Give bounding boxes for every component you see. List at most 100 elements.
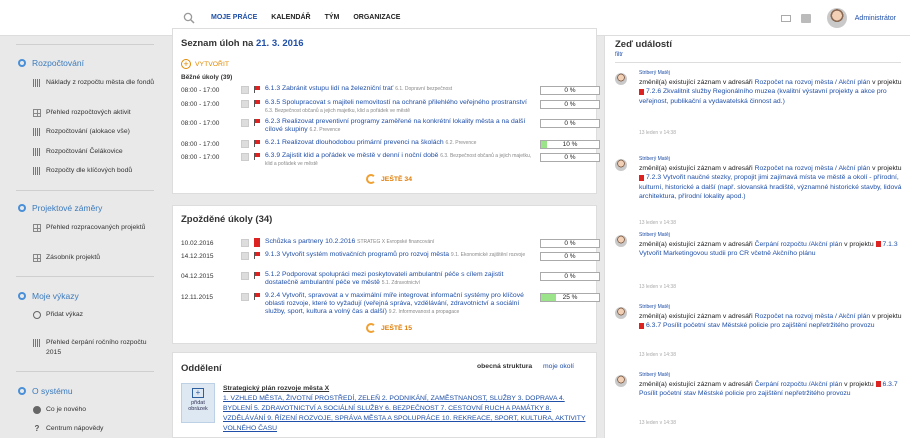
event-time: 13 leden v 14:38 xyxy=(639,130,676,136)
flag-icon xyxy=(639,174,644,181)
user-name[interactable]: Administrátor xyxy=(855,15,896,22)
progress-bar: 0 % xyxy=(540,119,600,128)
sidebar-item-pridat-vykaz[interactable]: Přidat výkaz xyxy=(33,310,158,320)
table-row: 12.11.2015 9.2.4 Vytvořit, spravovat a v … xyxy=(181,292,600,315)
avatar[interactable] xyxy=(615,73,627,85)
sidebar-item-napoveda[interactable]: ? Centrum nápovědy xyxy=(33,424,158,434)
bar-chart-icon xyxy=(33,79,41,87)
wall-title: Zeď událostí xyxy=(615,39,672,50)
event-author[interactable]: Striberý Matěj xyxy=(639,372,670,378)
more-tasks-button[interactable]: JEŠTĚ 34 xyxy=(366,174,412,184)
more-late-button[interactable]: JEŠTĚ 15 xyxy=(366,323,412,333)
sidebar-item-co-je-noveho[interactable]: Co je nového xyxy=(33,405,158,415)
checkbox[interactable] xyxy=(241,119,249,127)
task-link[interactable]: 6.2.3 Realizovat preventivní programy za… xyxy=(265,118,525,133)
plan-area-links[interactable]: 1. VZHLED MĚSTA, ŽIVOTNÍ PROSTŘEDÍ, ZELE… xyxy=(223,394,588,434)
table-row: 08:00 - 17:00 6.2.3 Realizovat preventivn… xyxy=(181,118,600,134)
table-row: 08:00 - 17:00 6.3.9 Zajistit klid a pořád… xyxy=(181,152,600,167)
event-time: 13 leden v 14:38 xyxy=(639,352,676,358)
event-author[interactable]: Striberý Matěj xyxy=(639,304,670,310)
more-label: JEŠTĚ 34 xyxy=(381,175,412,183)
sidebar-item-zasobnik[interactable]: Zásobník projektů xyxy=(33,253,158,263)
task-link[interactable]: 6.2.1 Realizovat dlouhodobou primární pr… xyxy=(265,139,444,146)
sidebar-item-prehled-aktivit[interactable]: Přehled rozpočtových aktivit xyxy=(33,108,158,118)
checkbox[interactable] xyxy=(241,272,249,280)
sidebar-item-cerpani[interactable]: Přehled čerpání ročního rozpočtu 2015 xyxy=(33,338,158,358)
task-link[interactable]: 6.3.5 Spolupracovat s majiteli nemovitos… xyxy=(265,99,527,106)
sidebar-section-o-systemu[interactable]: O systému xyxy=(18,386,73,396)
mail-icon[interactable] xyxy=(780,14,791,22)
event-author[interactable]: Striberý Matěj xyxy=(639,70,670,76)
task-link[interactable]: 6.1.3 Zabránit vstupu lidí na železniční… xyxy=(265,85,393,92)
like-icon[interactable] xyxy=(800,13,811,23)
event-directory-link[interactable]: Rozpočet na rozvoj města / Akční plán xyxy=(755,165,871,172)
event-item: Striberý Matěj změnil(a) existující zázna… xyxy=(615,304,905,374)
event-directory-link[interactable]: Rozpočet na rozvoj města / Akční plán xyxy=(755,79,871,86)
divider xyxy=(16,276,154,277)
task-time: 04.12.2015 xyxy=(181,273,214,280)
sidebar-item-rozpracovane[interactable]: Přehled rozpracovaných projektů xyxy=(33,223,158,233)
task-text: 6.2.3 Realizovat preventivní programy za… xyxy=(265,118,535,134)
progress-label: 0 % xyxy=(564,253,576,260)
event-item: Striberý Matěj změnil(a) existující zázna… xyxy=(615,70,905,140)
task-link[interactable]: Schůzka s partnery 10.2.2016 xyxy=(265,238,355,245)
checkbox[interactable] xyxy=(241,140,249,148)
sidebar-item-celakovice[interactable]: Rozpočtování Čelákovice xyxy=(33,147,158,157)
tab-my-area[interactable]: moje okolí xyxy=(543,363,574,370)
checkbox[interactable] xyxy=(241,86,249,94)
section-label: O systému xyxy=(32,386,73,396)
strategic-plan-title[interactable]: Strategický plán rozvoje města X xyxy=(223,385,329,392)
event-directory-link[interactable]: Rozpočet na rozvoj města / Akční plán xyxy=(755,313,871,320)
sidebar-section-projektove-zamery[interactable]: Projektové záměry xyxy=(18,203,102,213)
avatar[interactable] xyxy=(615,235,627,247)
task-panel-title: Seznam úloh na 21. 3. 2016 xyxy=(181,38,304,49)
task-link[interactable]: 6.3.9 Zajistit klid a pořádek ve městě v… xyxy=(265,152,438,159)
task-date-link[interactable]: 21. 3. 2016 xyxy=(256,38,304,49)
sidebar-item-label: Rozpočty dle klíčových bodů xyxy=(46,167,133,174)
event-directory-link[interactable]: Čerpání rozpočtu /Akční plán xyxy=(755,241,843,248)
checkbox[interactable] xyxy=(241,293,249,301)
task-time: 08:00 - 17:00 xyxy=(181,120,220,127)
avatar[interactable] xyxy=(615,159,627,171)
table-row: 08:00 - 17:00 6.3.5 Spolupracovat s majit… xyxy=(181,99,600,114)
bookmark-icon xyxy=(254,238,260,247)
section-label: Projektové záměry xyxy=(32,203,103,213)
event-project-link[interactable]: 7.2.6 Zkvalitnit služby Regionálního muz… xyxy=(639,88,887,104)
search-icon[interactable] xyxy=(183,12,195,24)
event-author[interactable]: Striberý Matěj xyxy=(639,156,670,162)
task-text: 9.2.4 Vytvořit, spravovat a v maximální … xyxy=(265,292,535,316)
checkbox[interactable] xyxy=(241,100,249,108)
avatar[interactable] xyxy=(615,307,627,319)
table-row: 04.12.2015 5.1.2 Podporovat spolupráci me… xyxy=(181,271,600,286)
sidebar-item-naklady[interactable]: Náklady z rozpočtu města dle fondů xyxy=(33,78,158,88)
sidebar-section-rozpoctovani[interactable]: Rozpočtování xyxy=(18,58,84,68)
event-directory-link[interactable]: Čerpání rozpočtu /Akční plán xyxy=(755,381,843,388)
plus-icon xyxy=(33,311,41,319)
tab-general-structure[interactable]: obecná struktura xyxy=(477,363,532,370)
add-image-button[interactable]: + přidat obrázek xyxy=(181,383,215,423)
checkbox[interactable] xyxy=(241,239,249,247)
event-author[interactable]: Striberý Matěj xyxy=(639,232,670,238)
sidebar-section-moje-vykazy[interactable]: Moje výkazy xyxy=(18,291,79,301)
filter-link[interactable]: filtr xyxy=(615,52,623,58)
task-text: 6.1.3 Zabránit vstupu lidí na železniční… xyxy=(265,85,535,93)
late-panel: Zpožděné úkoly (34) 10.02.2016 Schůzka s … xyxy=(172,205,600,344)
task-text: Schůzka s partnery 10.2.2016 STRATEG X E… xyxy=(265,238,535,246)
sidebar-item-klicove-body[interactable]: Rozpočty dle klíčových bodů xyxy=(33,166,158,176)
avatar[interactable] xyxy=(826,8,847,28)
task-link[interactable]: 9.1.3 Vytvořit systém motivačních progra… xyxy=(265,251,449,258)
checkbox[interactable] xyxy=(241,153,249,161)
avatar[interactable] xyxy=(615,375,627,387)
flag-icon xyxy=(875,241,881,248)
sidebar-item-label: Centrum nápovědy xyxy=(46,425,104,432)
sidebar-item-label: Náklady z rozpočtu města dle fondů xyxy=(46,79,155,86)
table-icon xyxy=(33,224,41,232)
flag-icon xyxy=(254,86,260,93)
event-project-link[interactable]: 7.2.3 Vytvořit naučné stezky, propojit j… xyxy=(639,174,901,200)
create-button[interactable]: + VYTVOŘIT xyxy=(181,59,229,69)
sidebar-item-label: Přehled rozpočtových aktivit xyxy=(46,109,131,116)
plus-icon: + xyxy=(181,59,191,69)
checkbox[interactable] xyxy=(241,252,249,260)
sidebar-item-alokace[interactable]: Rozpočtování (alokace vše) xyxy=(33,127,158,137)
event-project-link[interactable]: 6.3.7 Posílit početní stav Městské polic… xyxy=(646,322,875,329)
